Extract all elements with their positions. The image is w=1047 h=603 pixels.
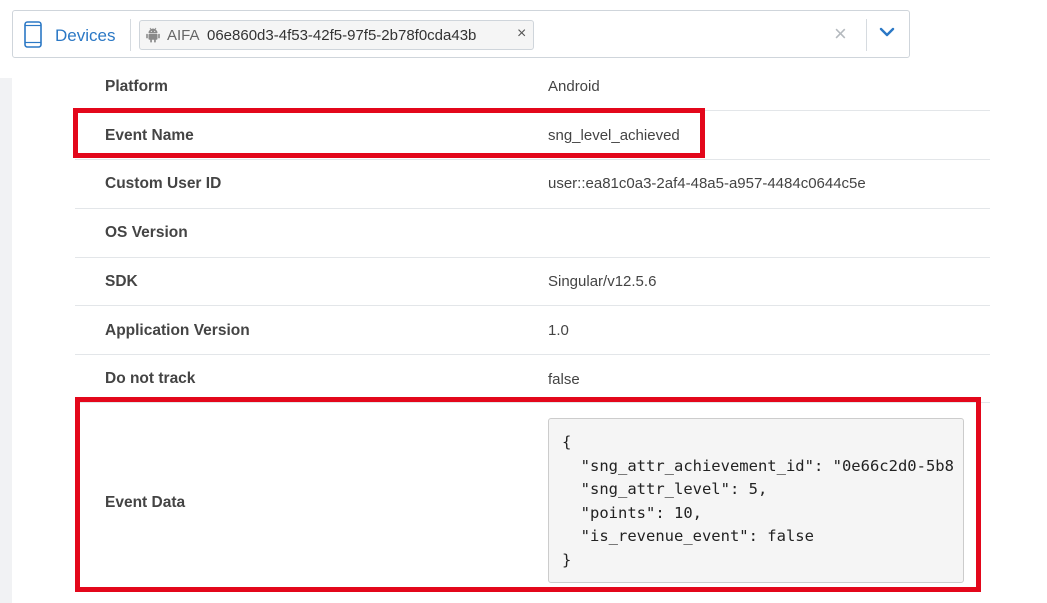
chip-identifier-value: 06e860d3-4f53-42f5-97f5-2b78f0cda43b <box>207 27 477 44</box>
detail-label: Do not track <box>105 370 196 387</box>
detail-row-sdk: SDK Singular/v12.5.6 <box>75 258 990 306</box>
detail-label: Event Data <box>105 494 186 511</box>
detail-value: Singular/v12.5.6 <box>548 273 657 290</box>
detail-row-platform: Platform Android <box>75 62 990 111</box>
detail-row-custom-user-id: Custom User ID user::ea81c0a3-2af4-48a5-… <box>75 160 990 209</box>
detail-row-do-not-track: Do not track false <box>75 355 990 403</box>
event-data-json: { "sng_attr_achievement_id": "0e66c2d0-5… <box>562 433 954 569</box>
detail-row-application-version: Application Version 1.0 <box>75 306 990 355</box>
detail-row-event-data: Event Data { "sng_attr_achievement_id": … <box>75 403 990 593</box>
detail-label: Custom User ID <box>105 175 222 192</box>
detail-value: false <box>548 371 580 388</box>
detail-label: Platform <box>105 78 168 95</box>
chip-identifier-type: AIFA <box>167 27 200 44</box>
chevron-down-icon[interactable] <box>879 26 895 38</box>
detail-value: Android <box>548 78 600 95</box>
divider <box>130 19 131 51</box>
detail-value: 1.0 <box>548 322 569 339</box>
chip-remove-icon[interactable]: × <box>517 25 526 43</box>
clear-filter-icon[interactable]: × <box>834 23 847 45</box>
android-icon <box>146 27 160 43</box>
detail-label: SDK <box>105 273 138 290</box>
detail-label: OS Version <box>105 224 188 241</box>
phone-icon <box>24 21 42 48</box>
devices-scope-label[interactable]: Devices <box>55 26 115 46</box>
divider <box>866 19 867 51</box>
aifa-filter-chip[interactable]: AIFA 06e860d3-4f53-42f5-97f5-2b78f0cda43… <box>139 20 534 50</box>
detail-row-os-version: OS Version <box>75 209 990 258</box>
detail-value: sng_level_achieved <box>548 127 680 144</box>
left-rail <box>0 78 12 603</box>
event-data-json-box[interactable]: { "sng_attr_achievement_id": "0e66c2d0-5… <box>548 418 964 583</box>
detail-label: Event Name <box>105 127 194 144</box>
detail-label: Application Version <box>105 322 250 339</box>
device-filter-bar[interactable]: Devices AIFA 06e860d3-4f53-42f5-97f5-2b7… <box>12 10 910 58</box>
detail-row-event-name: Event Name sng_level_achieved <box>75 111 990 160</box>
detail-value: user::ea81c0a3-2af4-48a5-a957-4484c0644c… <box>548 175 866 192</box>
